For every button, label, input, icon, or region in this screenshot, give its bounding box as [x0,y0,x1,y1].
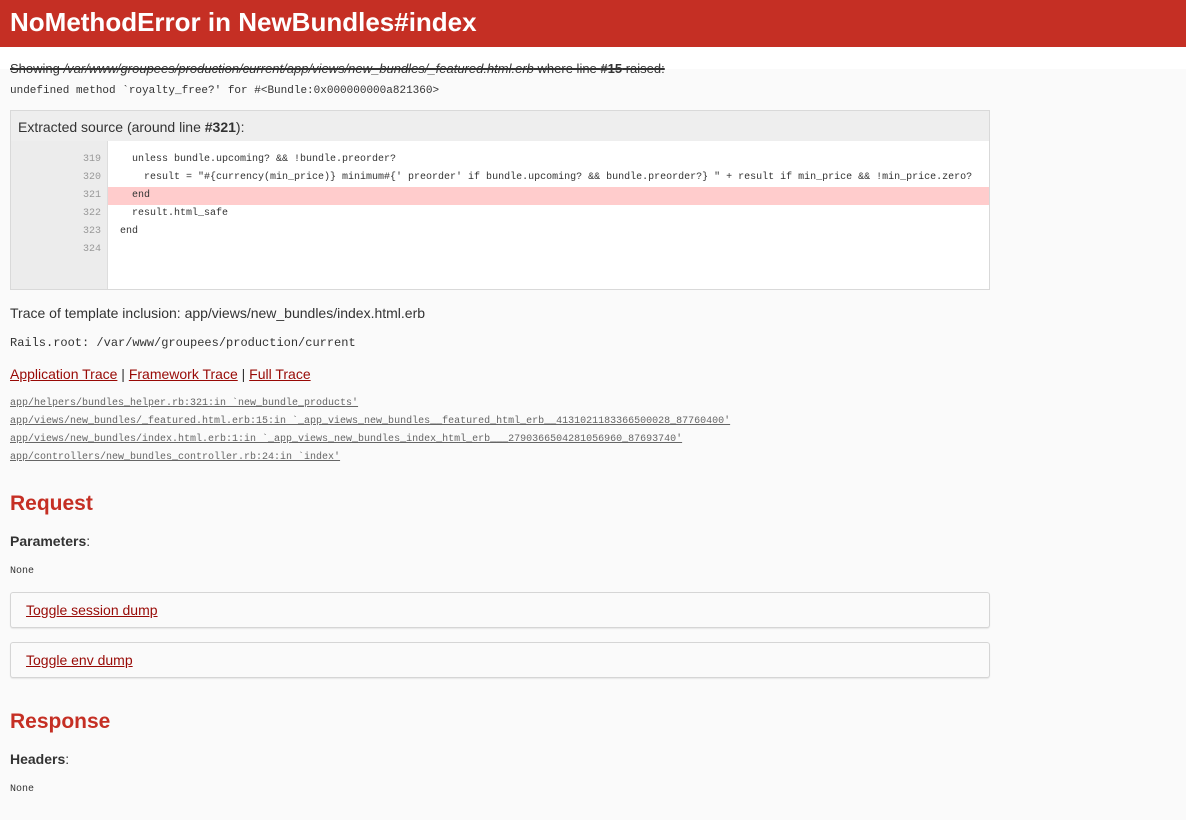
main-content: undefined method `royalty_free?' for #<B… [0,85,1186,795]
headers-label-text: Headers [10,751,66,767]
code-line: result = "#{currency(min_price)} minimum… [108,172,973,183]
code-line: unless bundle.upcoming? && !bundle.preor… [108,154,397,165]
showing-line: Showing /var/www/groupees/production/cur… [10,61,665,76]
application-trace-link[interactable]: Application Trace [10,366,117,382]
env-dump-panel: Toggle env dump [10,642,990,678]
trace-tabs: Application Trace | Framework Trace | Fu… [10,366,1176,382]
showing-path: /var/www/groupees/production/current/app… [63,61,534,76]
framework-trace-link[interactable]: Framework Trace [129,366,238,382]
line-numbers: 319 320 321 322 323 324 [11,141,108,289]
separator: | [237,366,250,382]
trace-entry[interactable]: app/views/new_bundles/index.html.erb:1:i… [10,431,1176,449]
template-trace: Trace of template inclusion: app/views/n… [10,305,426,321]
rails-root: Rails.root: /var/www/groupees/production… [10,336,356,350]
line-number: 323 [82,226,101,237]
line-number: 320 [82,172,101,183]
showing-end: raised: [622,61,665,76]
toggle-env-dump-link[interactable]: Toggle env dump [26,652,133,668]
code-line: result.html_safe [108,208,229,219]
parameters-label-text: Parameters [10,533,87,549]
subheader-bar: Showing /var/www/groupees/production/cur… [0,47,1186,76]
showing-suffix: where line [533,61,601,76]
line-number: 322 [82,208,101,219]
session-dump-panel: Toggle session dump [10,592,990,628]
line-number: 319 [82,154,101,165]
trace-entry[interactable]: app/controllers/new_bundles_controller.r… [10,449,1176,467]
toggle-session-dump-link[interactable]: Toggle session dump [26,602,158,618]
full-trace-link[interactable]: Full Trace [249,366,310,382]
source-body: 319 320 321 322 323 324 unless bundle.up… [11,141,989,289]
error-message: undefined method `royalty_free?' for #<B… [10,85,440,97]
trace-entry[interactable]: app/views/new_bundles/_featured.html.erb… [10,413,1176,431]
response-heading: Response [10,710,111,733]
source-title: Extracted source (around line #321): [11,111,989,141]
code-line: end [108,226,139,237]
trace-list: app/helpers/bundles_helper.rb:321:in `ne… [10,395,1176,467]
code-line-highlighted: end [108,187,989,205]
code-lines: unless bundle.upcoming? && !bundle.preor… [108,141,989,289]
line-number: 321 [82,190,101,201]
error-header: NoMethodError in NewBundles#index [0,0,1186,47]
showing-prefix: Showing [10,61,64,76]
line-number: 324 [82,244,101,255]
page-title: NoMethodError in NewBundles#index [10,7,477,37]
showing-line-number: #15 [600,61,623,76]
headers-value: None [10,784,35,795]
parameters-value: None [10,566,35,577]
headers-label: Headers: [10,751,70,767]
trace-entry[interactable]: app/helpers/bundles_helper.rb:321:in `ne… [10,395,1176,413]
extracted-source: Extracted source (around line #321): 319… [10,110,990,290]
separator: | [117,366,129,382]
source-title-line: #321 [204,119,236,135]
source-title-prefix: Extracted source (around line [18,119,205,135]
parameters-label: Parameters: [10,533,91,549]
source-title-suffix: ): [235,119,245,135]
request-heading: Request [10,492,93,515]
